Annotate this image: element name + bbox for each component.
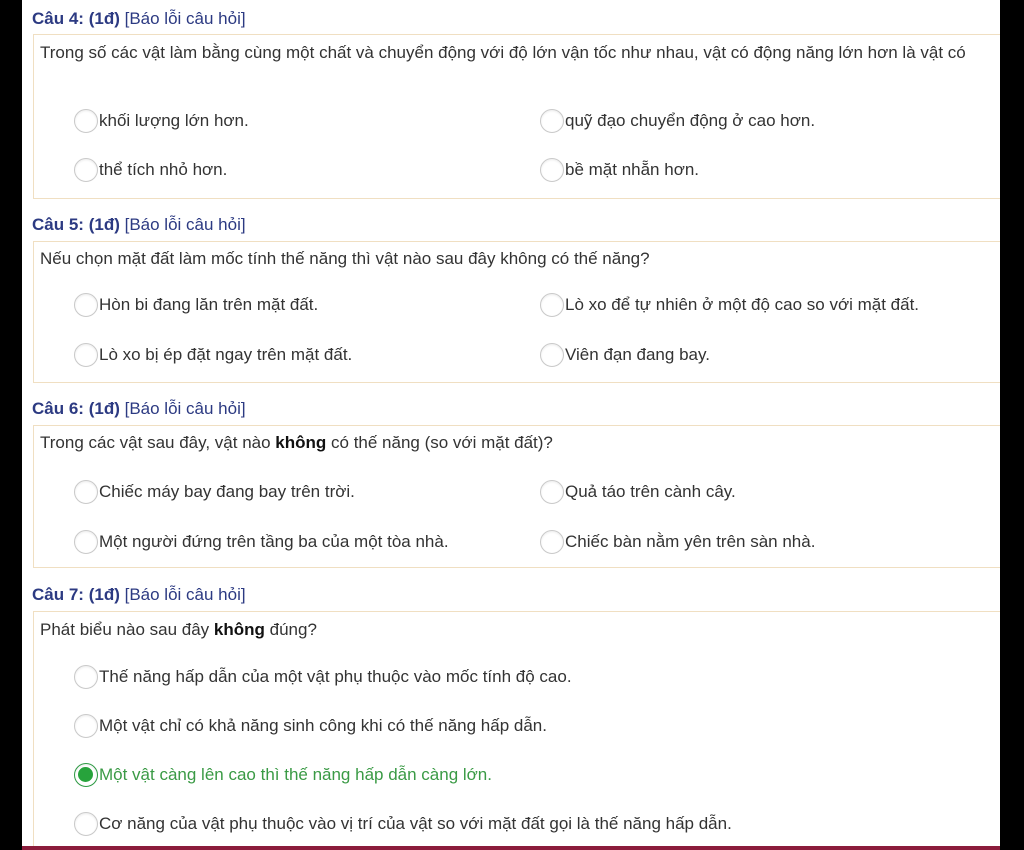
radio-circle-icon[interactable] [540,343,564,367]
question-box: Phát biểu nào sau đây không đúng? Thế nă… [33,611,1000,846]
quiz-page: Câu 4: (1đ) [Báo lỗi câu hỏi] Trong số c… [22,0,1000,846]
question-text-part: có thế năng (so với mặt đất)? [326,433,553,452]
answer-label-selected: Một vật càng lên cao thì thế năng hấp dẫ… [99,765,492,784]
question-points: (1đ) [88,215,120,234]
answer-label: Quả táo trên cành cây. [565,482,736,501]
radio-circle-icon[interactable] [540,158,564,182]
answer-option[interactable]: Chiếc bàn nằm yên trên sàn nhà. [540,529,815,555]
radio-circle-icon[interactable] [74,812,98,836]
answer-label: thể tích nhỏ hơn. [99,160,228,179]
report-error-link[interactable]: [Báo lỗi câu hỏi] [125,9,246,28]
answer-option[interactable]: Một người đứng trên tầng ba của một tòa … [74,529,449,555]
answer-option[interactable]: Lò xo để tự nhiên ở một độ cao so với mặ… [540,292,919,318]
answer-label: Thế năng hấp dẫn của một vật phụ thuộc v… [99,667,572,686]
answer-option[interactable]: quỹ đạo chuyển động ở cao hơn. [540,108,815,134]
question-text-emphasis: không [213,620,265,639]
question-header: Câu 4: (1đ) [Báo lỗi câu hỏi] [32,8,246,30]
answer-option[interactable]: Hòn bi đang lăn trên mặt đất. [74,292,318,318]
question-text: Phát biểu nào sau đây không đúng? [40,620,995,639]
answer-label: Lò xo bị ép đặt ngay trên mặt đất. [99,345,353,364]
answer-label: quỹ đạo chuyển động ở cao hơn. [565,111,816,130]
question-7: Câu 7: (1đ) [Báo lỗi câu hỏi] Phát biểu … [22,584,1000,846]
question-text-part: Phát biểu nào sau đây [40,620,214,639]
radio-circle-icon[interactable] [74,343,98,367]
answer-option[interactable]: bề mặt nhẵn hơn. [540,157,699,183]
answer-option[interactable]: Viên đạn đang bay. [540,342,710,368]
question-text-part: đúng? [264,620,317,639]
question-number: Câu 6: [32,399,84,418]
radio-circle-icon[interactable] [540,480,564,504]
answer-label: Cơ năng của vật phụ thuộc vào vị trí của… [99,814,732,833]
answer-label: khối lượng lớn hơn. [99,111,249,130]
question-points: (1đ) [88,399,120,418]
answer-option[interactable]: thể tích nhỏ hơn. [74,157,227,183]
report-error-link[interactable]: [Báo lỗi câu hỏi] [125,215,246,234]
radio-circle-icon[interactable] [74,714,98,738]
answer-option[interactable]: Chiếc máy bay đang bay trên trời. [74,479,355,505]
radio-circle-icon[interactable] [74,158,98,182]
question-number: Câu 5: [32,215,84,234]
answer-label: Viên đạn đang bay. [565,345,710,364]
answer-option[interactable]: Một vật chỉ có khả năng sinh công khi có… [74,713,547,739]
question-6: Câu 6: (1đ) [Báo lỗi câu hỏi] Trong các … [22,398,1000,570]
question-box: Nếu chọn mặt đất làm mốc tính thế năng t… [33,241,1000,383]
radio-circle-icon[interactable] [540,293,564,317]
radio-checked-icon[interactable] [74,763,98,787]
radio-circle-icon[interactable] [74,109,98,133]
question-header: Câu 7: (1đ) [Báo lỗi câu hỏi] [32,584,246,606]
question-header: Câu 5: (1đ) [Báo lỗi câu hỏi] [32,214,246,236]
radio-circle-icon[interactable] [74,480,98,504]
question-4: Câu 4: (1đ) [Báo lỗi câu hỏi] Trong số c… [22,8,1000,200]
question-text-part: Trong các vật sau đây, vật nào [40,433,276,452]
question-box: Trong số các vật làm bằng cùng một chất … [33,34,1000,199]
answer-label: Hòn bi đang lăn trên mặt đất. [99,295,319,314]
question-text: Trong số các vật làm bằng cùng một chất … [40,43,966,62]
question-text: Trong các vật sau đây, vật nào không có … [40,433,995,452]
question-text: Nếu chọn mặt đất làm mốc tính thế năng t… [40,249,650,268]
answer-label: Chiếc máy bay đang bay trên trời. [99,482,355,501]
question-points: (1đ) [88,585,120,604]
radio-circle-icon[interactable] [74,293,98,317]
question-number: Câu 4: [32,9,84,28]
answer-option-selected[interactable]: Một vật càng lên cao thì thế năng hấp dẫ… [74,762,492,788]
radio-circle-icon[interactable] [540,530,564,554]
question-points: (1đ) [88,9,120,28]
answer-option[interactable]: Lò xo bị ép đặt ngay trên mặt đất. [74,342,352,368]
question-5: Câu 5: (1đ) [Báo lỗi câu hỏi] Nếu chọn m… [22,214,1000,384]
question-header: Câu 6: (1đ) [Báo lỗi câu hỏi] [32,398,246,420]
radio-circle-icon[interactable] [74,530,98,554]
answer-option[interactable]: Cơ năng của vật phụ thuộc vào vị trí của… [74,811,732,837]
radio-circle-icon[interactable] [74,665,98,689]
radio-circle-icon[interactable] [540,109,564,133]
question-number: Câu 7: [32,585,84,604]
answer-label: Một vật chỉ có khả năng sinh công khi có… [99,716,547,735]
answer-label: bề mặt nhẵn hơn. [565,160,700,179]
report-error-link[interactable]: [Báo lỗi câu hỏi] [125,585,246,604]
bottom-bar [22,846,1000,850]
answer-option[interactable]: Thế năng hấp dẫn của một vật phụ thuộc v… [74,664,572,690]
question-box: Trong các vật sau đây, vật nào không có … [33,425,1000,568]
answer-label: Chiếc bàn nằm yên trên sàn nhà. [565,532,816,551]
question-text-emphasis: không [275,433,327,452]
answer-label: Một người đứng trên tầng ba của một tòa … [99,532,449,551]
answer-option[interactable]: Quả táo trên cành cây. [540,479,736,505]
answer-option[interactable]: khối lượng lớn hơn. [74,108,249,134]
report-error-link[interactable]: [Báo lỗi câu hỏi] [125,399,246,418]
answer-label: Lò xo để tự nhiên ở một độ cao so với mặ… [565,295,920,314]
